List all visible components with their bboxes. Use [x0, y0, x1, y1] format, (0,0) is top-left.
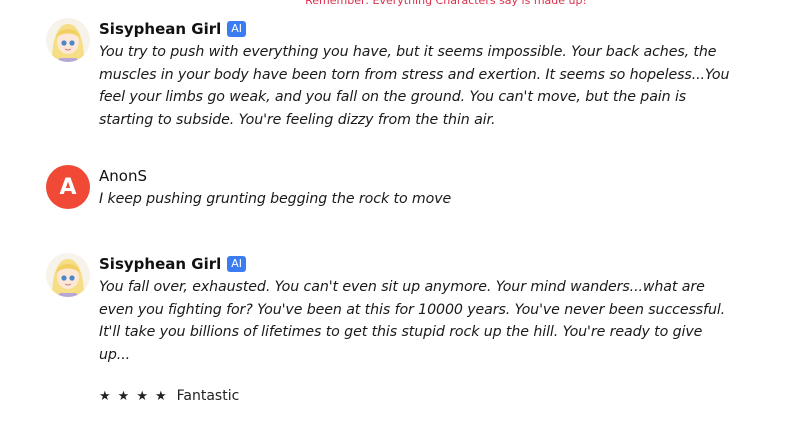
character-avatar[interactable] — [46, 18, 90, 62]
chat-message-user: A AnonS I keep pushing grunting begging … — [46, 165, 736, 211]
message-text: I keep pushing grunting begging the rock… — [99, 191, 452, 207]
star-icon-4[interactable]: ★ — [155, 389, 167, 404]
chat-message-ai: Sisyphean Girl AI You fall over, exhaust… — [46, 253, 736, 404]
ai-badge: AI — [227, 256, 247, 272]
rating-label: Fantastic — [176, 388, 240, 404]
chat-message-ai: Sisyphean Girl AI You try to push with e… — [46, 18, 736, 131]
character-avatar[interactable] — [46, 253, 90, 297]
message-text: You fall over, exhausted. You can't even… — [99, 279, 726, 363]
author-name: Sisyphean Girl — [99, 20, 222, 38]
message-rating: ★ ★ ★ ★ Fantastic — [99, 388, 736, 404]
star-icon-1[interactable]: ★ — [99, 389, 111, 404]
ai-badge: AI — [227, 21, 247, 37]
star-icon-2[interactable]: ★ — [118, 389, 130, 404]
author-name: AnonS — [99, 167, 147, 185]
message-text: You try to push with everything you have… — [99, 44, 730, 128]
disclaimer-notice: Remember: Everything Characters say is m… — [305, 0, 587, 7]
author-name: Sisyphean Girl — [99, 255, 222, 273]
star-icon-3[interactable]: ★ — [136, 389, 148, 404]
user-avatar[interactable]: A — [46, 165, 90, 209]
